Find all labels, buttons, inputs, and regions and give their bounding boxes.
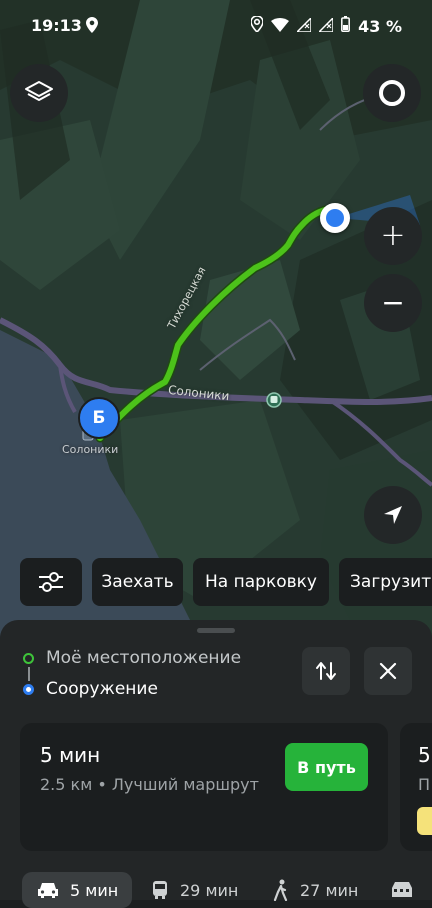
- waypoint-to[interactable]: Сооружение: [20, 679, 158, 699]
- swap-waypoints-button[interactable]: [302, 647, 350, 695]
- route-option-card-2[interactable]: 5 П: [400, 723, 432, 851]
- taxi-icon: [392, 882, 412, 897]
- car-icon: [38, 883, 58, 898]
- current-location-marker[interactable]: [320, 203, 350, 233]
- close-icon: [379, 662, 397, 680]
- waypoint-to-icon: [23, 683, 34, 695]
- destination-marker[interactable]: Б: [78, 397, 120, 439]
- status-bar: 19:13 43 %: [0, 0, 432, 54]
- bus-icon: [153, 881, 167, 899]
- signal-icon-2: [317, 15, 334, 36]
- go-button[interactable]: В путь: [285, 743, 368, 791]
- navigation-arrow-icon: [384, 506, 402, 524]
- swap-icon: [316, 662, 336, 680]
- zoom-out-button[interactable]: −: [364, 274, 422, 332]
- destination-marker-label: Б: [92, 408, 106, 428]
- route2-details: П: [418, 775, 431, 794]
- wifi-icon: [271, 17, 290, 36]
- sheet-handle[interactable]: [197, 628, 235, 633]
- tab-walk[interactable]: 27 мин: [272, 872, 358, 908]
- layers-icon: [25, 81, 53, 101]
- route-sheet[interactable]: Моё местоположение Сооружение 5 мин 2.5 …: [0, 620, 432, 908]
- chip-load[interactable]: Загрузить: [339, 558, 432, 606]
- tab-transit-label: 29 мин: [180, 880, 239, 900]
- status-icons: 43 %: [250, 15, 402, 36]
- tab-walk-label: 27 мин: [300, 880, 359, 900]
- minus-icon: −: [381, 286, 405, 319]
- battery-percent: 43 %: [358, 16, 402, 36]
- location-dot-icon: [326, 209, 344, 227]
- my-location-button[interactable]: [364, 486, 422, 544]
- transport-tabs: 5 мин 29 мин 27 мин: [0, 872, 432, 908]
- waypoint-from[interactable]: Моё местоположение: [20, 648, 241, 668]
- route-option-card[interactable]: 5 мин 2.5 км • Лучший маршрут В путь: [20, 723, 388, 851]
- waypoint-from-label: Моё местоположение: [46, 648, 242, 668]
- close-route-button[interactable]: [364, 647, 412, 695]
- signal-icon: [295, 15, 312, 36]
- status-time: 19:13: [31, 16, 82, 35]
- location-icon: [250, 15, 264, 36]
- route-details: 2.5 км • Лучший маршрут: [40, 775, 259, 794]
- battery-icon: [341, 16, 351, 36]
- layers-button[interactable]: [10, 64, 68, 122]
- sliders-icon: [39, 572, 63, 592]
- bus-stop-icon[interactable]: [266, 392, 282, 408]
- plus-icon: +: [380, 218, 406, 253]
- chip-parking[interactable]: На парковку: [193, 558, 329, 606]
- assistant-button[interactable]: [363, 64, 421, 122]
- location-pin-icon: [86, 17, 98, 37]
- tab-car[interactable]: 5 мин: [22, 872, 132, 908]
- route2-time: 5: [418, 743, 431, 767]
- walk-icon: [273, 879, 288, 901]
- chip-stop-by[interactable]: Заехать: [92, 558, 183, 606]
- route2-badge-icon: [417, 807, 432, 835]
- tab-car-label: 5 мин: [70, 880, 119, 900]
- zoom-in-button[interactable]: +: [364, 207, 422, 265]
- place-label: Солоники: [62, 443, 119, 456]
- route-settings-button[interactable]: [20, 558, 82, 606]
- tab-taxi[interactable]: [390, 872, 414, 908]
- route-time: 5 мин: [40, 743, 101, 767]
- waypoint-from-icon: [23, 652, 34, 664]
- waypoint-to-label: Сооружение: [46, 679, 158, 699]
- assistant-icon: [379, 80, 405, 106]
- tab-transit[interactable]: 29 мин: [150, 872, 238, 908]
- quick-actions-row: Заехать На парковку Загрузить: [0, 558, 432, 606]
